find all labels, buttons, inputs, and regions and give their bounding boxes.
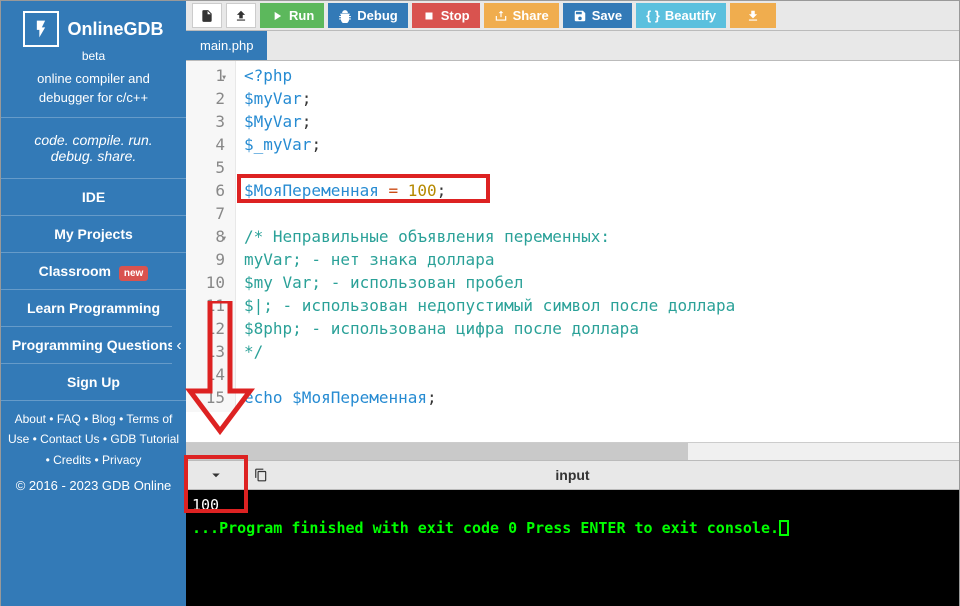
debug-label: Debug bbox=[357, 8, 397, 23]
code-token: $МояПеременная bbox=[244, 181, 379, 200]
line-number: 8 bbox=[189, 225, 225, 248]
line-number: 12 bbox=[189, 317, 225, 340]
nav-classroom[interactable]: Classroom new bbox=[1, 253, 186, 290]
code-token: */ bbox=[244, 342, 263, 361]
tab-main-php[interactable]: main.php bbox=[186, 31, 267, 60]
code-token: echo bbox=[244, 388, 292, 407]
new-file-button[interactable] bbox=[192, 3, 222, 28]
code-token: $|; - использован недопустимый символ по… bbox=[244, 296, 735, 315]
line-number: 11 bbox=[189, 294, 225, 317]
save-button[interactable]: Save bbox=[563, 3, 632, 28]
brand-name: OnlineGDB bbox=[67, 19, 163, 40]
editor-h-scrollbar[interactable] bbox=[186, 442, 959, 460]
line-number: 14 bbox=[189, 363, 225, 386]
beautify-button[interactable]: { } Beautify bbox=[636, 3, 726, 28]
stop-button[interactable]: Stop bbox=[412, 3, 480, 28]
line-number: 3 bbox=[189, 110, 225, 133]
code-token: $_myVar bbox=[244, 135, 311, 154]
console-output-value: 100 bbox=[192, 494, 953, 517]
brand-slogan: code. compile. run. debug. share. bbox=[1, 117, 186, 179]
code-content[interactable]: <?php $myVar; $MyVar; $_myVar; $МояПерем… bbox=[236, 61, 743, 412]
slogan-line-1: code. compile. run. bbox=[34, 132, 152, 148]
console-header: input bbox=[186, 460, 959, 490]
line-number: 15 bbox=[189, 386, 225, 409]
sidebar-collapse-handle[interactable]: ‹ bbox=[172, 321, 186, 371]
sidebar: OnlineGDB beta online compiler and debug… bbox=[1, 1, 186, 606]
new-badge: new bbox=[119, 266, 148, 281]
upload-button[interactable] bbox=[226, 3, 256, 28]
run-button[interactable]: Run bbox=[260, 3, 324, 28]
lightning-icon bbox=[23, 11, 59, 47]
editor-tabbar: main.php bbox=[186, 31, 959, 61]
console-copy-button[interactable] bbox=[246, 461, 276, 489]
line-number: 7 bbox=[189, 202, 225, 225]
console-collapse-toggle[interactable] bbox=[186, 461, 246, 489]
nav-signup[interactable]: Sign Up bbox=[1, 364, 186, 401]
line-number: 2 bbox=[189, 87, 225, 110]
brand-row: OnlineGDB bbox=[1, 1, 186, 49]
code-token: $my Var; - использован пробел bbox=[244, 273, 523, 292]
brand-beta: beta bbox=[1, 49, 186, 63]
code-token: $8php; - использована цифра после доллар… bbox=[244, 319, 639, 338]
code-token: /* Неправильные объявления переменных: bbox=[244, 227, 610, 246]
toolbar: Run Debug Stop Share Save { } Beautify bbox=[186, 1, 959, 31]
line-number: 13 bbox=[189, 340, 225, 363]
console-input-label: input bbox=[555, 467, 589, 483]
console-cursor bbox=[779, 520, 789, 536]
braces-icon: { } bbox=[646, 8, 660, 23]
console-line: Press ENTER to exit console. bbox=[526, 519, 779, 537]
copyright: © 2016 - 2023 GDB Online bbox=[1, 474, 186, 497]
line-number: 9 bbox=[189, 248, 225, 271]
brand-tagline-a: online compiler and bbox=[1, 71, 186, 90]
stop-label: Stop bbox=[441, 8, 470, 23]
run-label: Run bbox=[289, 8, 314, 23]
share-button[interactable]: Share bbox=[484, 3, 559, 28]
line-number: 4 bbox=[189, 133, 225, 156]
beautify-label: Beautify bbox=[665, 8, 716, 23]
line-gutter: 1 2 3 4 5 6 7 8 9 10 11 12 13 14 15 bbox=[186, 61, 236, 412]
line-number: 10 bbox=[189, 271, 225, 294]
nav-ide[interactable]: IDE bbox=[1, 179, 186, 216]
footer-links[interactable]: About • FAQ • Blog • Terms of Use • Cont… bbox=[1, 401, 186, 474]
code-token: $MyVar bbox=[244, 112, 302, 131]
nav-questions[interactable]: Programming Questions bbox=[1, 327, 186, 364]
save-label: Save bbox=[592, 8, 622, 23]
code-token: $myVar bbox=[244, 89, 302, 108]
scrollbar-thumb[interactable] bbox=[186, 443, 688, 460]
console-line: ...Program finished with exit code 0 bbox=[192, 519, 517, 537]
download-button[interactable] bbox=[730, 3, 776, 28]
console-output[interactable]: 100 ...Program finished with exit code 0… bbox=[186, 490, 959, 606]
code-editor[interactable]: 1 2 3 4 5 6 7 8 9 10 11 12 13 14 15 <?ph… bbox=[186, 61, 959, 442]
nav-classroom-label: Classroom bbox=[39, 263, 111, 279]
nav-projects[interactable]: My Projects bbox=[1, 216, 186, 253]
code-token: $МояПеременная bbox=[292, 388, 427, 407]
code-token: = bbox=[379, 181, 408, 200]
share-label: Share bbox=[513, 8, 549, 23]
nav-learn[interactable]: Learn Programming bbox=[1, 290, 186, 327]
code-token: 100 bbox=[408, 181, 437, 200]
line-number: 6 bbox=[189, 179, 225, 202]
brand-tagline-b: debugger for c/c++ bbox=[1, 90, 186, 117]
line-number: 5 bbox=[189, 156, 225, 179]
main-area: ‹ Run Debug Stop Share Save { } bbox=[186, 1, 959, 606]
code-token: myVar; - нет знака доллара bbox=[244, 250, 494, 269]
code-token: <?php bbox=[244, 66, 292, 85]
debug-button[interactable]: Debug bbox=[328, 3, 407, 28]
slogan-line-2: debug. share. bbox=[51, 148, 137, 164]
line-number: 1 bbox=[189, 64, 225, 87]
